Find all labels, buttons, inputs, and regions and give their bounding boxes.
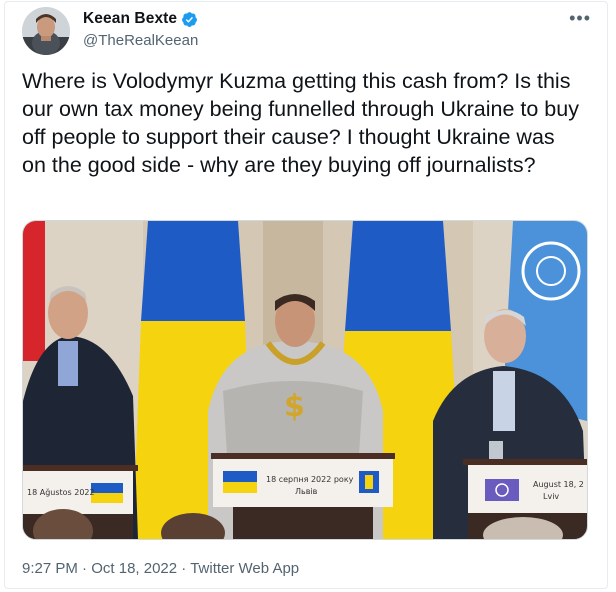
podium-center-label-city: Львів — [295, 487, 318, 496]
avatar[interactable] — [22, 7, 70, 55]
podium-center-label-date: 18 серпня 2022 року — [266, 475, 354, 484]
press-conference-photo: $ 18 Ağustos 2022 18 серпня 2022 року Ль… — [23, 221, 587, 539]
meta-separator-1: · — [82, 560, 88, 577]
author-handle[interactable]: @TheRealKeean — [83, 32, 198, 49]
podium-right-label-date: August 18, 2 — [533, 480, 584, 489]
turkey-flag — [23, 221, 45, 361]
svg-text:$: $ — [284, 389, 305, 424]
tweet-media-image[interactable]: $ 18 Ağustos 2022 18 серпня 2022 року Ль… — [22, 220, 588, 540]
tweet-meta: 9:27 PM · Oct 18, 2022 · Twitter Web App — [22, 560, 299, 577]
tweet-source[interactable]: Twitter Web App — [190, 560, 299, 577]
tweet-time[interactable]: 9:27 PM — [22, 560, 78, 577]
tweet-card: Keean Bexte @TheRealKeean ••• Where is V… — [4, 1, 608, 589]
tweet-text: Where is Volodymyr Kuzma getting this ca… — [22, 69, 579, 177]
author-name-row[interactable]: Keean Bexte — [83, 10, 198, 28]
podium-right-label-city: Lviv — [543, 492, 559, 501]
verified-badge-icon — [182, 11, 198, 27]
podium-left-label: 18 Ağustos 2022 — [27, 488, 95, 497]
podium-center — [211, 453, 395, 539]
author-display-name[interactable]: Keean Bexte — [83, 10, 177, 28]
meta-separator-2: · — [181, 560, 187, 577]
more-options-icon[interactable]: ••• — [569, 8, 591, 29]
tweet-date[interactable]: Oct 18, 2022 — [91, 560, 177, 577]
